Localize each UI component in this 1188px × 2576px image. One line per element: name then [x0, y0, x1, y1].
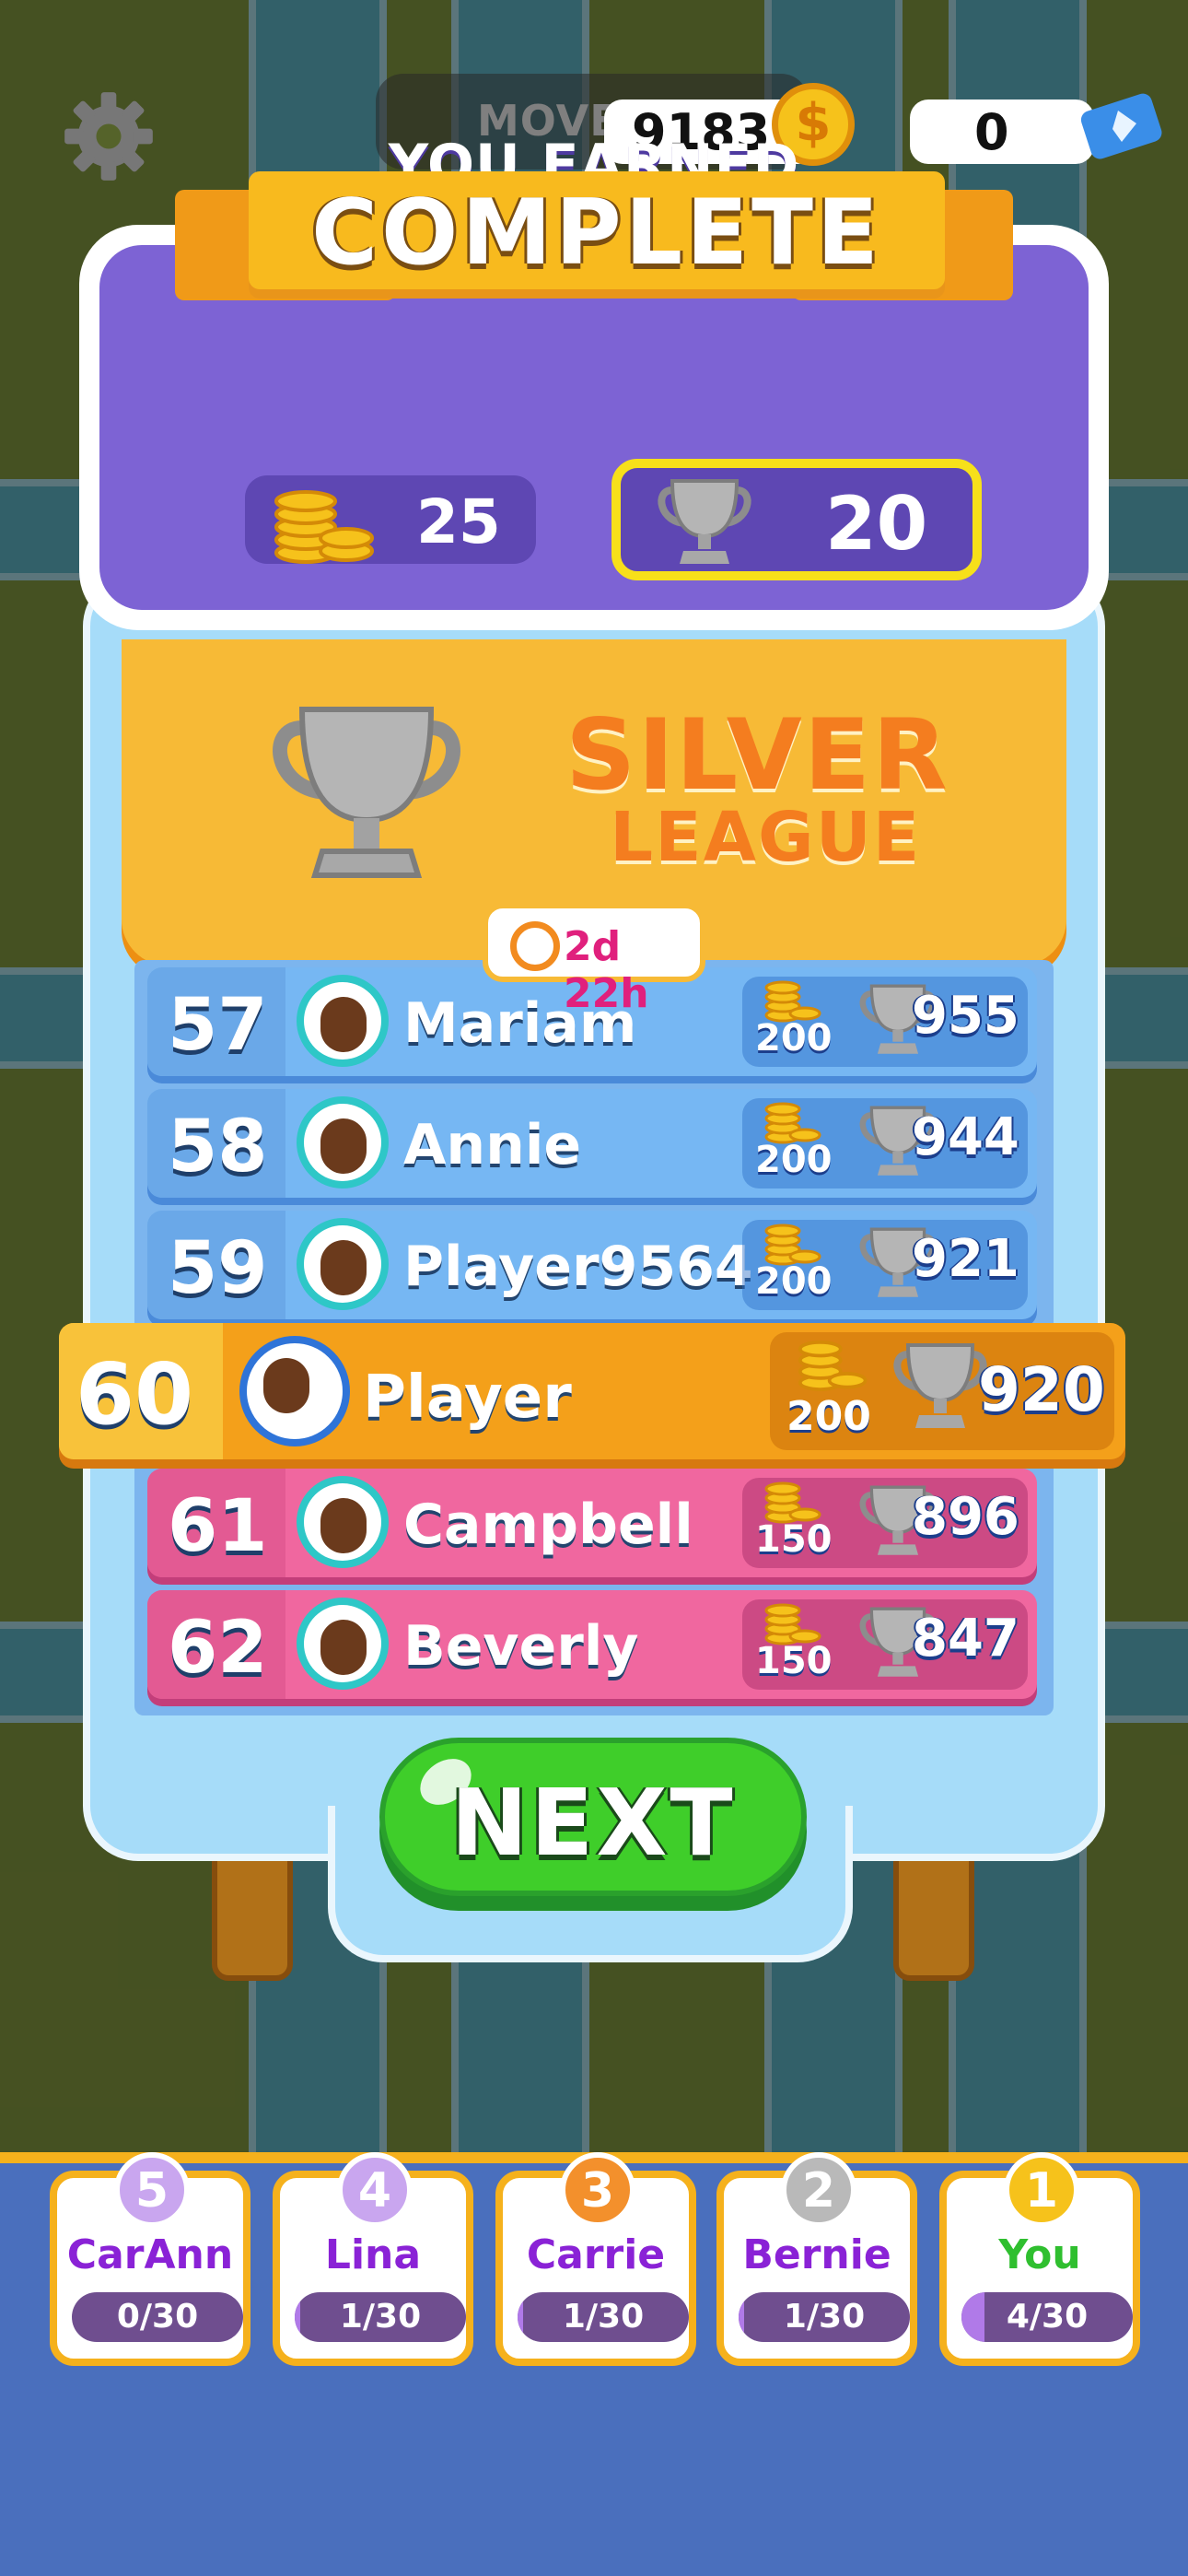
league-timer-value: 2d 22h	[564, 923, 649, 1017]
race-progress-value: 1/30	[783, 2298, 866, 2336]
rank-number: 61	[168, 1485, 268, 1568]
avatar	[239, 1336, 350, 1446]
trophy-count: 944	[912, 1107, 1019, 1167]
avatar	[297, 1096, 389, 1188]
coin-stack-icon	[763, 1480, 821, 1524]
race-player-name: CarAnn	[66, 2231, 234, 2278]
player-name: Beverly	[403, 1614, 639, 1679]
rank-number: 57	[168, 984, 268, 1067]
leaderboard-row-player: 60 Player 200 920	[59, 1323, 1125, 1459]
trophy-count: 955	[912, 986, 1019, 1046]
avatar	[297, 975, 389, 1067]
trophy-count: 896	[912, 1487, 1019, 1547]
rank-number: 60	[76, 1345, 194, 1444]
complete-banner: COMPLETE	[249, 171, 945, 289]
silver-trophy-icon	[273, 707, 460, 878]
league-subtitle: LEAGUE	[610, 798, 922, 877]
player-name: Player9564	[403, 1235, 753, 1299]
race-progress-value: 1/30	[562, 2298, 645, 2336]
reward-coins: 150	[755, 1640, 833, 1682]
rank-number: 62	[168, 1607, 268, 1690]
leaderboard-row: 62 Beverly 150 847	[147, 1590, 1037, 1699]
coin-stack-icon	[796, 1338, 868, 1393]
race-card: 1 You 4/30	[939, 2152, 1140, 2366]
rank-number: 58	[168, 1106, 268, 1188]
leaderboard-row: 61 Campbell 150 896	[147, 1469, 1037, 1577]
avatar	[297, 1476, 389, 1568]
race-player-name: Lina	[324, 2231, 422, 2278]
race-player-name: Carrie	[526, 2231, 666, 2278]
earned-coins-value: 25	[416, 486, 501, 557]
race-place-badge: 5	[114, 2152, 190, 2228]
race-player-name: You	[998, 2231, 1081, 2278]
race-player-name: Bernie	[742, 2231, 891, 2278]
reward-coins: 150	[755, 1518, 833, 1561]
trophy-count: 847	[912, 1609, 1019, 1669]
coin-stack-icon	[763, 1100, 821, 1144]
avatar	[297, 1598, 389, 1690]
silver-trophy-icon	[890, 1336, 991, 1437]
race-place-badge: 1	[1004, 2152, 1079, 2228]
coin-stack-icon	[274, 490, 374, 564]
reward-coins: 200	[755, 1260, 833, 1303]
rank-number: 59	[168, 1227, 268, 1310]
player-name: Player	[363, 1364, 572, 1432]
earned-trophies-value: 20	[825, 481, 928, 567]
race-progress-value: 0/30	[116, 2298, 199, 2336]
race-card: 5 CarAnn 0/30	[50, 2152, 250, 2366]
league-title: SILVER	[565, 698, 949, 812]
reward-coins: 200	[786, 1393, 871, 1440]
race-progress: 4/30	[961, 2292, 1133, 2342]
earned-trophies: 20	[611, 459, 982, 580]
trophy-count: 921	[912, 1229, 1019, 1289]
race-place-badge: 4	[337, 2152, 413, 2228]
stopwatch-icon	[510, 921, 560, 971]
race-progress: 0/30	[72, 2292, 243, 2342]
coin-stack-icon	[763, 1222, 821, 1266]
race-progress-value: 1/30	[339, 2298, 422, 2336]
coin-stack-icon	[763, 1601, 821, 1645]
race-place-badge: 3	[560, 2152, 635, 2228]
reward-coins: 200	[755, 1139, 833, 1181]
player-name: Annie	[403, 1113, 582, 1177]
complete-title: COMPLETE	[311, 181, 882, 286]
next-button-label: NEXT	[450, 1769, 736, 1877]
race-progress: 1/30	[295, 2292, 466, 2342]
race-card: 4 Lina 1/30	[273, 2152, 473, 2366]
coin-stack-icon	[763, 978, 821, 1023]
player-name: Campbell	[403, 1493, 693, 1557]
next-button[interactable]: NEXT	[379, 1738, 807, 1896]
earned-coins: 25	[245, 475, 536, 564]
silver-trophy-icon	[658, 479, 751, 564]
leaderboard-row: 58 Annie 200 944	[147, 1089, 1037, 1198]
race-progress-value: 4/30	[1006, 2298, 1089, 2336]
avatar	[297, 1218, 389, 1310]
race-progress: 1/30	[518, 2292, 689, 2342]
race-place-badge: 2	[781, 2152, 856, 2228]
leaderboard-row: 59 Player9564 200 921	[147, 1211, 1037, 1319]
reward-coins: 200	[755, 1017, 833, 1060]
race-progress: 1/30	[739, 2292, 910, 2342]
trophy-count: 920	[978, 1354, 1105, 1425]
league-timer: 2d 22h	[483, 903, 705, 1017]
race-card: 3 Carrie 1/30	[495, 2152, 696, 2366]
race-card: 2 Bernie 1/30	[716, 2152, 917, 2366]
